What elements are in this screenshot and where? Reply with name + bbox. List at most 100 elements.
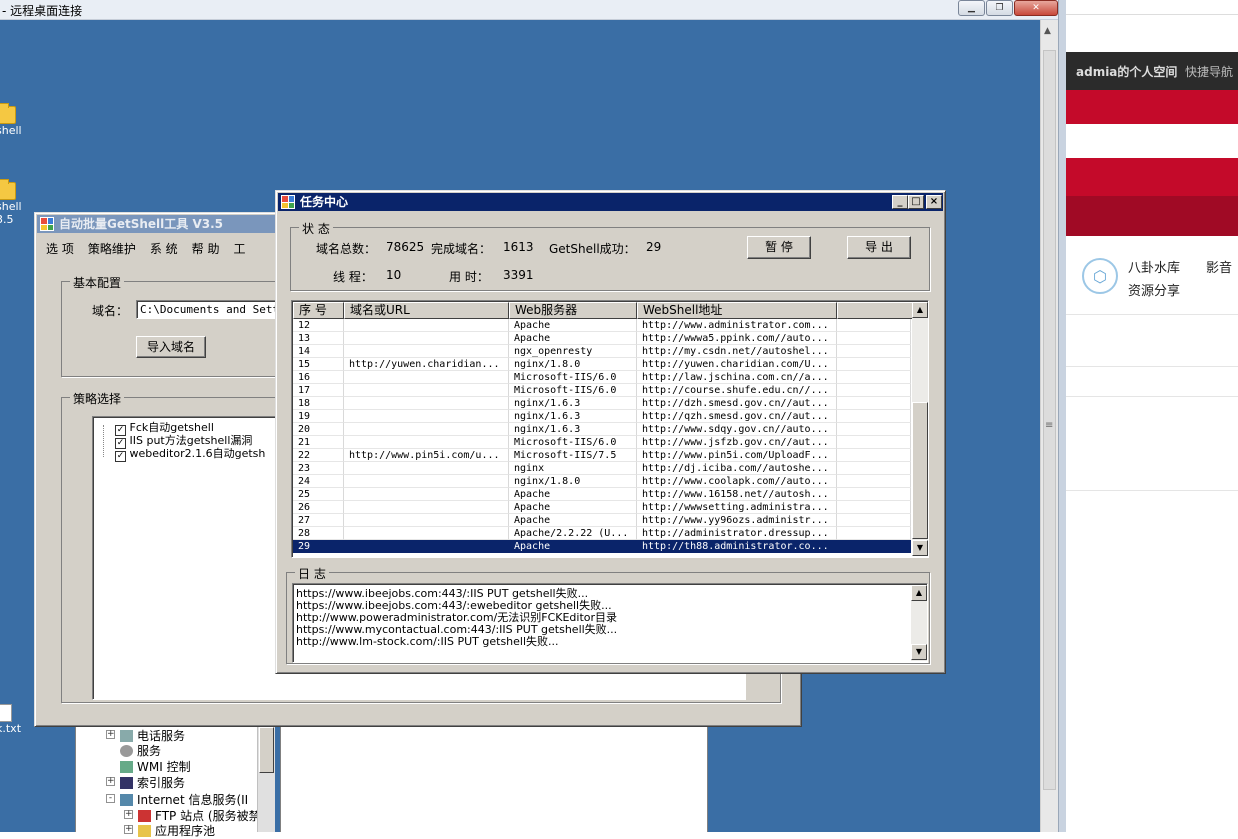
desktop-icon-label: shell (0, 200, 22, 213)
export-button[interactable]: 导 出 (847, 236, 911, 259)
cell-domain (344, 397, 509, 410)
desktop-icon[interactable]: shell (0, 103, 22, 137)
menu-help[interactable]: 帮 助 (185, 237, 227, 257)
divider (1066, 490, 1238, 491)
maximize-icon[interactable]: □ (908, 195, 924, 209)
tree-item[interactable]: WMI 控制 (120, 758, 191, 775)
browser-banner (1066, 90, 1238, 124)
table-row[interactable]: 22 http://www.pin5i.com/u... Microsoft-IIS… (293, 449, 911, 462)
cell-domain (344, 319, 509, 332)
nav-link[interactable]: 影音 (1206, 257, 1232, 276)
table-row[interactable]: 20 nginx/1.6.3 http://www.sdqy.gov.cn//aut… (293, 423, 911, 436)
user-space-link[interactable]: admia的个人空间 (1076, 63, 1177, 80)
menu-tools[interactable]: 工 (227, 237, 253, 257)
desktop-icon[interactable]: shell 3.5 (0, 179, 22, 226)
tree-expander[interactable]: + (124, 810, 133, 819)
listview-scrollbar[interactable]: ▲ ▼ (912, 302, 928, 556)
table-row[interactable]: 24 nginx/1.8.0 http://www.coolapk.com//aut… (293, 475, 911, 488)
scroll-up-icon[interactable]: ▲ (1044, 26, 1051, 36)
task-center-caption-buttons: _ □ × (892, 195, 942, 209)
table-row[interactable]: 21 Microsoft-IIS/6.0 http://www.jsfzb.gov.… (293, 436, 911, 449)
table-row[interactable]: 19 nginx/1.6.3 http://qzh.smesd.gov.cn//au… (293, 410, 911, 423)
table-row[interactable]: 12 Apache http://www.administrator.com... (293, 319, 911, 332)
tree-item[interactable]: 应用程序池 (138, 822, 215, 839)
cell-index: 24 (293, 475, 344, 488)
tree-item[interactable]: 索引服务 (120, 774, 185, 791)
table-row[interactable]: 13 Apache http://wwwa5.ppink.com//auto... (293, 332, 911, 345)
scroll-down-icon[interactable]: ▼ (911, 644, 927, 660)
tree-item[interactable]: 服务 (120, 742, 161, 759)
log-scrollbar[interactable]: ▲ ▼ (911, 585, 927, 661)
nav-link[interactable]: 八卦水库 (1128, 257, 1180, 276)
minimize-button[interactable]: ▁ (958, 0, 985, 16)
table-row[interactable]: 23 nginx http://dj.iciba.com//autoshe... (293, 462, 911, 475)
import-domain-button[interactable]: 导入域名 (136, 336, 206, 358)
table-row[interactable]: 17 Microsoft-IIS/6.0 http://course.shufe.e… (293, 384, 911, 397)
domain-label: 域名： (92, 304, 129, 318)
scrollbar-thumb[interactable] (259, 727, 274, 773)
cell-server: Microsoft-IIS/7.5 (509, 449, 637, 462)
table-row[interactable]: 29 Apache http://th88.administrator.co... (293, 540, 911, 553)
tree-expander[interactable]: + (124, 825, 133, 834)
nav-link[interactable]: 资源分享 (1128, 280, 1180, 299)
scroll-up-icon[interactable]: ▲ (912, 302, 928, 318)
scroll-up-icon[interactable]: ▲ (911, 585, 927, 601)
scroll-down-icon[interactable]: ▼ (912, 540, 928, 556)
tree-item-label: 服务 (137, 744, 162, 758)
cell-index: 14 (293, 345, 344, 358)
minimize-icon: ▁ (968, 3, 975, 13)
cell-index: 13 (293, 332, 344, 345)
menu-strategy[interactable]: 策略维护 (81, 237, 143, 257)
minimize-icon[interactable]: _ (892, 195, 908, 209)
table-row[interactable]: 27 Apache http://www.yy96ozs.administr... (293, 514, 911, 527)
tree-expander[interactable]: - (106, 794, 115, 803)
table-row[interactable]: 18 nginx/1.6.3 http://dzh.smesd.gov.cn//au… (293, 397, 911, 410)
table-row[interactable]: 28 Apache/2.2.22 (U... http://administrato… (293, 527, 911, 540)
scroll-grip-icon: ≡ (1045, 420, 1054, 431)
table-row[interactable]: 25 Apache http://www.16158.net//autosh... (293, 488, 911, 501)
total-domains-value: 78625 (386, 240, 425, 254)
checkbox-checked-icon[interactable]: ✓ (115, 451, 126, 462)
results-listview[interactable]: 序 号 域名或URL Web服务器 WebShell地址 12 Apache htt… (291, 300, 929, 558)
table-row[interactable]: 26 Apache http://wwwsetting.administra... (293, 501, 911, 514)
tree-expander[interactable]: + (106, 777, 115, 786)
cell-domain: http://yuwen.charidian... (344, 358, 509, 371)
tree-item-label: FTP 站点 (服务被禁 (155, 809, 261, 823)
app-icon (281, 195, 295, 209)
close-icon[interactable]: × (926, 195, 942, 209)
tree-item-label: 应用程序池 (155, 824, 216, 838)
table-row[interactable]: 16 Microsoft-IIS/6.0 http://law.jschina.co… (293, 371, 911, 384)
tree-scrollbar[interactable] (257, 727, 275, 832)
table-row[interactable]: 15 http://yuwen.charidian... nginx/1.8.0 ht… (293, 358, 911, 371)
column-header-webshell[interactable]: WebShell地址 (637, 302, 837, 319)
browser-content: ⬡ 八卦水库 影音 资源分享 (1066, 236, 1238, 832)
menu-options[interactable]: 选 项 (39, 237, 81, 257)
remote-desktop-scrollbar[interactable]: ▲ ≡ (1040, 20, 1058, 832)
strategy-item[interactable]: ✓ webeditor2.1.6自动getsh (115, 445, 265, 462)
table-row[interactable]: 14 ngx_openresty http://my.csdn.net//autos… (293, 345, 911, 358)
services-tree[interactable]: + 电话服务 服务 WMI 控制 + 索引服务 - Internet 信息服务(… (75, 727, 275, 838)
maximize-button[interactable]: ❐ (986, 0, 1013, 16)
cell-webshell: http://dzh.smesd.gov.cn//aut... (637, 397, 837, 410)
tree-expander[interactable]: + (106, 730, 115, 739)
getshell-success-label: GetShell成功： (549, 242, 636, 256)
cell-webshell: http://my.csdn.net//autoshel... (637, 345, 837, 358)
pause-button[interactable]: 暂 停 (747, 236, 811, 259)
quick-nav-link[interactable]: 快捷导航 (1185, 63, 1233, 80)
close-button[interactable]: ✕ (1014, 0, 1058, 16)
cell-domain (344, 462, 509, 475)
scrollbar-thumb[interactable] (912, 402, 928, 539)
menu-system[interactable]: 系 统 (143, 237, 185, 257)
desktop-icon[interactable]: k.txt (0, 704, 21, 735)
cell-webshell: http://law.jschina.com.cn//a... (637, 371, 837, 384)
log-textarea[interactable]: https://www.ibeejobs.com:443/:IIS PUT ge… (292, 583, 928, 663)
column-header-domain[interactable]: 域名或URL (344, 302, 509, 319)
column-header-index[interactable]: 序 号 (293, 302, 344, 319)
cell-webshell: http://administrator.dressup... (637, 527, 837, 540)
folder-icon (0, 103, 16, 124)
cell-webshell: http://wwwsetting.administra... (637, 501, 837, 514)
task-center-titlebar: 任务中心 _ □ × (278, 193, 943, 211)
column-header-server[interactable]: Web服务器 (509, 302, 637, 319)
tree-item[interactable]: Internet 信息服务(II (120, 791, 248, 808)
cell-server: Apache (509, 488, 637, 501)
